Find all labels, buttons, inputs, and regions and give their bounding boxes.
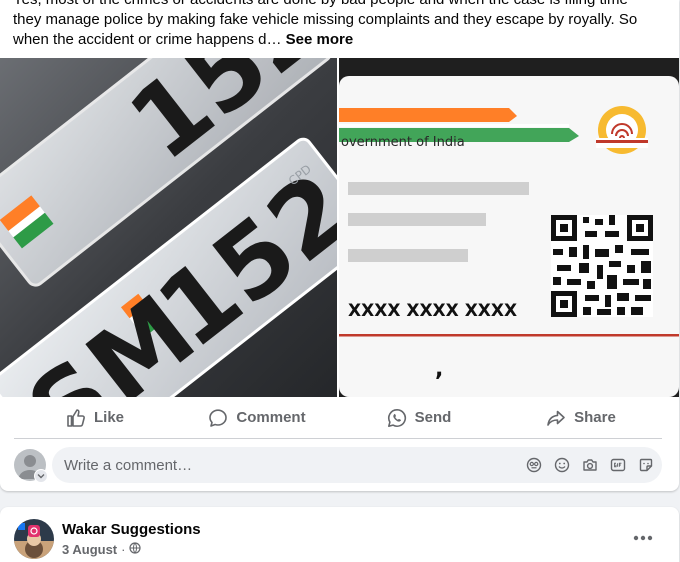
- like-button[interactable]: Like: [14, 397, 176, 438]
- comment-tools: [524, 455, 656, 475]
- feed-post-next: Wakar Suggestions 3 August ·: [0, 507, 679, 562]
- emoji-icon[interactable]: [552, 455, 572, 475]
- globe-icon: [129, 542, 142, 557]
- share-arrow-icon: [546, 408, 566, 428]
- page-name-link[interactable]: Wakar Suggestions: [62, 521, 201, 538]
- post-text-line: when the accident or crime happens d… Se…: [13, 30, 668, 50]
- like-label: Like: [93, 409, 124, 426]
- page-avatar[interactable]: [14, 519, 54, 559]
- government-text: overnment of India: [341, 135, 465, 150]
- meta-separator: ·: [121, 542, 126, 557]
- comment-input[interactable]: [52, 447, 502, 483]
- send-label: Send: [414, 409, 452, 426]
- camera-icon[interactable]: [580, 455, 600, 475]
- feed-post: Yes, most of the crimes or accidents are…: [0, 0, 679, 491]
- post-meta: 3 August ·: [62, 542, 142, 557]
- number-plates-image: 1524 S M 1524 CPD: [0, 58, 337, 397]
- post-action-bar: Like Comment Send Share: [14, 397, 662, 438]
- thumbs-up-icon: [66, 408, 86, 428]
- post-text-line: Yes, most of the crimes or accidents are…: [13, 0, 668, 10]
- comment-input-box: [52, 447, 662, 483]
- id-card-image: overnment of India XXXX XXXX XXXX ,: [339, 58, 679, 397]
- post-text-truncated: when the accident or crime happens d…: [13, 31, 282, 48]
- see-more-link[interactable]: See more: [286, 31, 354, 48]
- id-comma-mark: ,: [435, 357, 443, 382]
- gif-icon[interactable]: [608, 455, 628, 475]
- id-number: XXXX XXXX XXXX: [348, 301, 517, 321]
- share-button[interactable]: Share: [500, 397, 662, 438]
- comment-label: Comment: [236, 409, 306, 426]
- avatar-sticker-icon[interactable]: [524, 455, 544, 475]
- more-dots-icon: [633, 528, 653, 546]
- speech-bubble-icon: [208, 408, 228, 428]
- post-date-link[interactable]: 3 August: [62, 542, 117, 557]
- more-options-button[interactable]: [627, 525, 659, 549]
- sticker-icon[interactable]: [636, 455, 656, 475]
- qr-code-icon: [551, 215, 653, 317]
- comment-button[interactable]: Comment: [176, 397, 338, 438]
- post-photo-number-plates[interactable]: 1524 S M 1524 CPD: [0, 58, 337, 397]
- post-text-line: they manage police by making fake vehicl…: [13, 11, 638, 28]
- post-photo-id-card[interactable]: overnment of India XXXX XXXX XXXX ,: [339, 58, 679, 397]
- post-text: Yes, most of the crimes or accidents are…: [13, 0, 668, 50]
- send-button[interactable]: Send: [338, 397, 500, 438]
- chevron-down-icon[interactable]: [34, 469, 48, 483]
- action-divider: [14, 438, 662, 439]
- share-label: Share: [574, 409, 616, 426]
- comment-composer: [14, 447, 662, 483]
- whatsapp-icon: [387, 408, 407, 428]
